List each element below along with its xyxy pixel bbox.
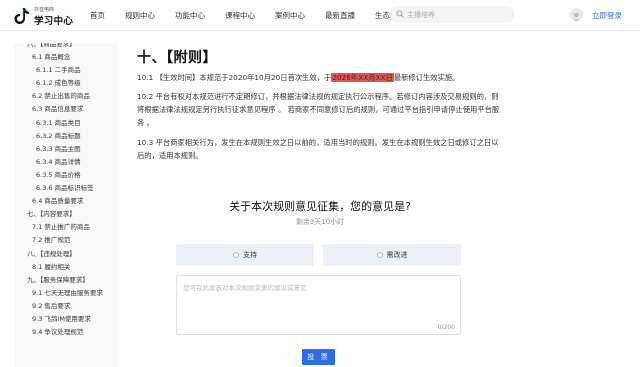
main-nav: 首页 规则中心 功能中心 课程中心 案例中心 最新直播 生态伙伴: [80, 0, 422, 31]
paragraph-10-1-after: 最新修订生效实施。: [393, 73, 460, 82]
feedback-remaining-time: 剩余3天10小时: [295, 218, 345, 226]
option-support-label: 支持: [243, 251, 257, 259]
nav-live-label: 最新直播: [325, 11, 355, 20]
sidebar-item[interactable]: 6.3.2 商品标题: [14, 130, 118, 143]
nav-home-label: 首页: [90, 11, 105, 20]
logo-subtitle: 抖音电商: [34, 7, 55, 13]
nav-home[interactable]: 首页: [90, 10, 105, 21]
sidebar-item[interactable]: 7.2 推广规范: [14, 234, 118, 247]
search-box[interactable]: [389, 6, 515, 23]
sidebar-item[interactable]: 9.4 争议处理规范: [14, 326, 118, 339]
sidebar-item[interactable]: 9.3 飞鸽IM使用要求: [14, 313, 118, 326]
sidebar-item[interactable]: 6.1.1 二手商品: [14, 64, 118, 77]
nav-feature-center[interactable]: 功能中心: [175, 10, 205, 21]
sidebar-toc: 六、【商品要求】 6.1 商品概念 6.1.1 二手商品 6.1.2 成色等级 6.2 …: [14, 43, 118, 367]
paragraph-10-2: 10.2 平台有权对本规范进行不定期修订，并根据法律法规的规定执行公示程序。若修…: [137, 92, 500, 127]
sidebar-item[interactable]: 6.4 商品质量要求: [14, 195, 118, 208]
nav-case-center[interactable]: 案例中心: [275, 10, 305, 21]
nav-feature-center-label: 功能中心: [175, 11, 205, 20]
sidebar-item[interactable]: 六、【商品要求】: [14, 43, 118, 51]
option-needs-improvement[interactable]: 需改进: [323, 244, 461, 266]
search-icon: [396, 10, 404, 18]
paragraph-10-1-before: 10.1 【生效时间】本规范于2020年10月20日首次生效，于: [137, 73, 332, 82]
avatar[interactable]: [570, 8, 583, 21]
nav-rules-center-label: 规则中心: [125, 11, 155, 20]
sidebar-item[interactable]: 八、【违规处理】: [14, 248, 118, 261]
user-icon: [572, 12, 581, 21]
logo-title: 学习中心: [34, 16, 74, 27]
sidebar-item[interactable]: 6.3 商品信息要求: [14, 103, 118, 116]
radio-support[interactable]: [233, 252, 239, 258]
sidebar-item[interactable]: 七、【内容要求】: [14, 208, 118, 221]
feedback-textarea-wrapper: 0/200: [176, 275, 461, 335]
sidebar-item[interactable]: 9.1 七天无理由服务要求: [14, 287, 118, 300]
nav-course-center-label: 课程中心: [225, 11, 255, 20]
section-title: 十、【附则】: [137, 50, 217, 66]
nav-live[interactable]: 最新直播: [325, 10, 355, 21]
logo[interactable]: 抖音电商 学习中心: [14, 5, 78, 27]
sidebar-item[interactable]: 6.3.1 商品类目: [14, 117, 118, 130]
login-link[interactable]: 立即登录: [592, 10, 622, 21]
radio-needs-improvement[interactable]: [376, 252, 383, 258]
nav-rules-center[interactable]: 规则中心: [125, 10, 155, 21]
feedback-textarea[interactable]: [177, 276, 460, 334]
sidebar-list: 六、【商品要求】 6.1 商品概念 6.1.1 二手商品 6.1.2 成色等级 6.2 …: [14, 43, 118, 339]
sidebar-item[interactable]: 6.3.4 商品详情: [14, 156, 118, 169]
option-needs-improvement-label: 需改进: [386, 251, 408, 259]
sidebar-item[interactable]: 9.2 售后要求: [14, 300, 118, 313]
paragraph-10-3: 10.3 平台商家相关行为，发生在本规则生效之日以前的，适用当时的规则。发生在本…: [137, 138, 499, 160]
nav-course-center[interactable]: 课程中心: [225, 10, 255, 21]
paragraph-10-1: 10.1 【生效时间】本规范于2020年10月20日首次生效，于2026年XX月…: [137, 71, 502, 84]
sidebar-item[interactable]: 九、【服务保障要求】: [14, 274, 118, 287]
sidebar-item[interactable]: 6.1 商品概念: [14, 51, 118, 64]
search-input[interactable]: [407, 6, 511, 23]
sidebar-item[interactable]: 6.2 禁止出售的商品: [14, 90, 118, 103]
top-header: 抖音电商 学习中心 首页 规则中心 功能中心 课程中心 案例中心 最新直播 生态…: [0, 0, 640, 31]
highlighted-date: 2026年XX月XX日: [331, 73, 394, 82]
nav-case-center-label: 案例中心: [275, 11, 305, 20]
douyin-logo-icon: [14, 8, 30, 24]
feedback-title: 关于本次规则意见征集，您的意见是?: [229, 200, 411, 213]
sidebar-item[interactable]: 6.1.2 成色等级: [14, 77, 118, 90]
submit-vote-button[interactable]: 投 票: [302, 349, 335, 365]
sidebar-item[interactable]: 6.3.5 商品价格: [14, 169, 118, 182]
sidebar-item[interactable]: 6.3.6 商品标识标签: [14, 182, 118, 195]
option-support[interactable]: 支持: [176, 244, 314, 266]
sidebar-item[interactable]: 7.1 禁止推广的商品: [14, 221, 118, 234]
char-counter: 0/200: [437, 324, 455, 331]
sidebar-item[interactable]: 6.3.3 商品主图: [14, 143, 118, 156]
sidebar-item[interactable]: 8.1 履约相关: [14, 261, 118, 274]
